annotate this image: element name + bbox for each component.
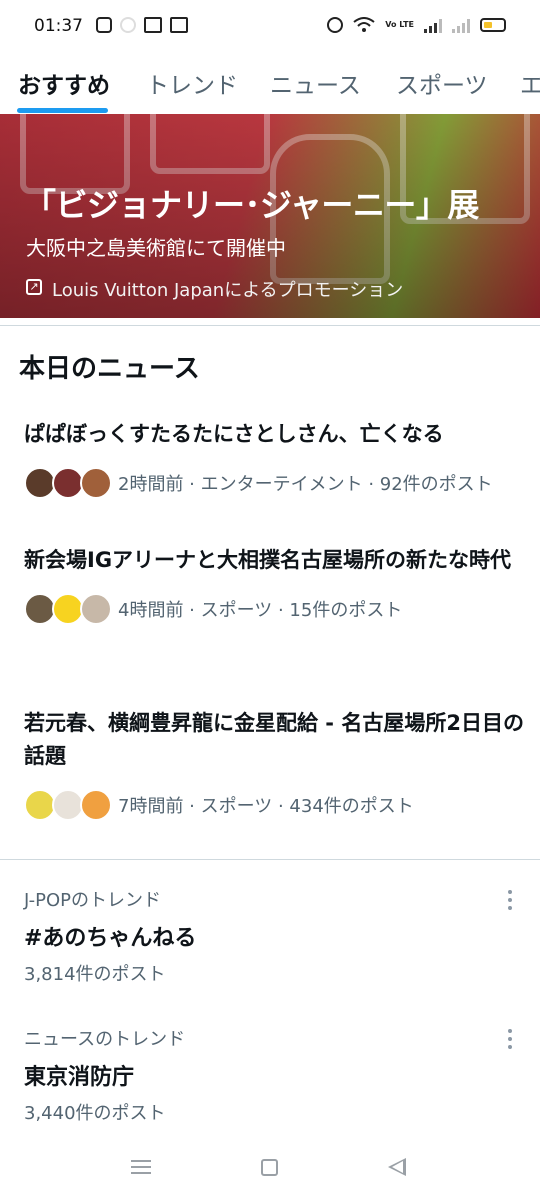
- news-headline: 新会場IGアリーナと大相撲名古屋場所の新たな時代: [24, 548, 512, 572]
- trend-name: 東京消防庁: [24, 1065, 135, 1090]
- avatar-group: [24, 467, 112, 499]
- status-left-icons: [96, 17, 188, 33]
- news-item[interactable]: ぱぱぼっくすたるたにさとしさん、亡くなる 2時間前 · エンターテイメント · …: [24, 418, 524, 499]
- status-time: 01:37: [34, 16, 83, 36]
- tab-sports[interactable]: スポーツ: [396, 66, 488, 100]
- news-headline: 若元春、横綱豊昇龍に金星配給 - 名古屋場所2日目の話題: [24, 711, 524, 768]
- trend-count: 3,440件のポスト: [24, 1103, 166, 1124]
- tab-entertainment[interactable]: エ: [520, 66, 540, 100]
- tab-recommended[interactable]: おすすめ: [18, 66, 110, 100]
- avatar: [80, 789, 112, 821]
- news-meta-text: 4時間前 · スポーツ · 15件のポスト: [118, 600, 403, 621]
- signal-icon-2: [452, 17, 470, 33]
- trend-name: #あのちゃんねる: [24, 926, 197, 951]
- instagram-icon: [96, 17, 112, 33]
- tab-trends[interactable]: トレンド: [146, 66, 238, 100]
- avatar: [80, 593, 112, 625]
- trend-count: 3,814件のポスト: [24, 964, 166, 985]
- calendar-icon: [170, 17, 188, 33]
- trend-item[interactable]: J-POPのトレンド #あのちゃんねる 3,814件のポスト: [24, 886, 524, 986]
- news-meta: 7時間前 · スポーツ · 434件のポスト: [24, 789, 524, 821]
- more-options-icon[interactable]: [506, 1029, 514, 1049]
- news-item[interactable]: 若元春、横綱豊昇龍に金星配給 - 名古屋場所2日目の話題 7時間前 · スポーツ…: [24, 707, 524, 821]
- menu-icon[interactable]: [131, 1160, 151, 1174]
- news-meta: 2時間前 · エンターテイメント · 92件のポスト: [24, 467, 524, 499]
- tab-news[interactable]: ニュース: [270, 66, 361, 100]
- promo-subtitle: 大阪中之島美術館にて開催中: [26, 236, 286, 260]
- trend-item[interactable]: ニュースのトレンド 東京消防庁 3,440件のポスト: [24, 1025, 524, 1125]
- section-divider: [0, 325, 540, 326]
- promo-sponsor: Louis Vuitton Japanによるプロモーション: [52, 280, 404, 301]
- news-item[interactable]: 新会場IGアリーナと大相撲名古屋場所の新たな時代 4時間前 · スポーツ · 1…: [24, 544, 524, 625]
- section-divider: [0, 859, 540, 860]
- trend-category: ニュースのトレンド: [24, 1029, 186, 1050]
- avatar-group: [24, 789, 112, 821]
- explore-tabs: おすすめ トレンド ニュース スポーツ エ: [0, 54, 540, 114]
- back-triangle-icon[interactable]: [388, 1158, 406, 1176]
- alarm-icon: [327, 17, 344, 33]
- news-section-title: 本日のニュース: [19, 354, 200, 384]
- news-headline: ぱぱぼっくすたるたにさとしさん、亡くなる: [24, 422, 444, 446]
- avatar-group: [24, 593, 112, 625]
- promoted-arrow-icon: ↗: [26, 279, 42, 295]
- news-icon: [144, 17, 162, 33]
- news-meta: 4時間前 · スポーツ · 15件のポスト: [24, 593, 524, 625]
- more-options-icon[interactable]: [506, 890, 514, 910]
- news-meta-text: 7時間前 · スポーツ · 434件のポスト: [118, 796, 414, 817]
- status-right-icons: Vo LTE: [327, 17, 506, 33]
- status-bar: 01:37 Vo LTE: [0, 0, 540, 54]
- battery-icon: [480, 18, 506, 32]
- system-nav-bar: [0, 1140, 540, 1200]
- app-icon: [120, 17, 136, 33]
- wifi-icon: [353, 17, 375, 32]
- active-tab-indicator: [17, 108, 108, 113]
- avatar: [80, 467, 112, 499]
- trend-category: J-POPのトレンド: [24, 890, 162, 911]
- volte-icon: Vo LTE: [385, 20, 414, 29]
- signal-icon: [424, 17, 442, 33]
- promo-title: 「ビジョナリー･ジャーニー」展: [24, 186, 479, 224]
- home-square-icon[interactable]: [261, 1159, 278, 1176]
- news-meta-text: 2時間前 · エンターテイメント · 92件のポスト: [118, 474, 493, 495]
